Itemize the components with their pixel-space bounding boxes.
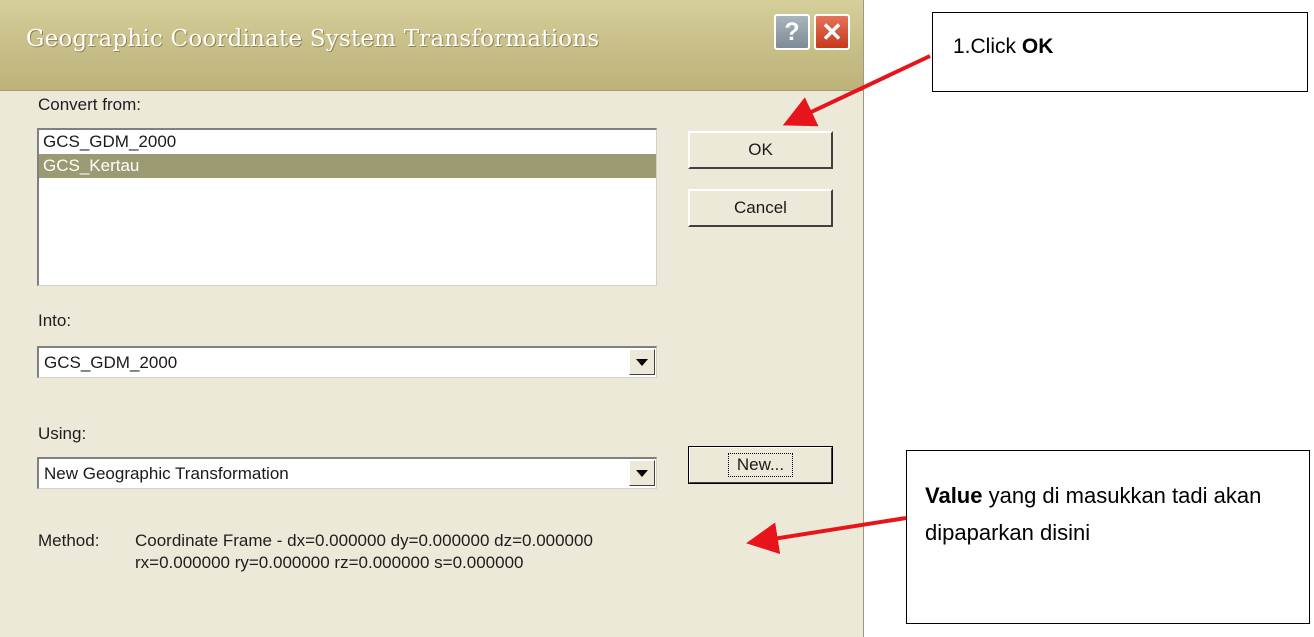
arrow-to-method-text [746, 516, 907, 555]
annotation-arrows [746, 54, 931, 555]
arrow-to-ok-button [782, 54, 931, 127]
